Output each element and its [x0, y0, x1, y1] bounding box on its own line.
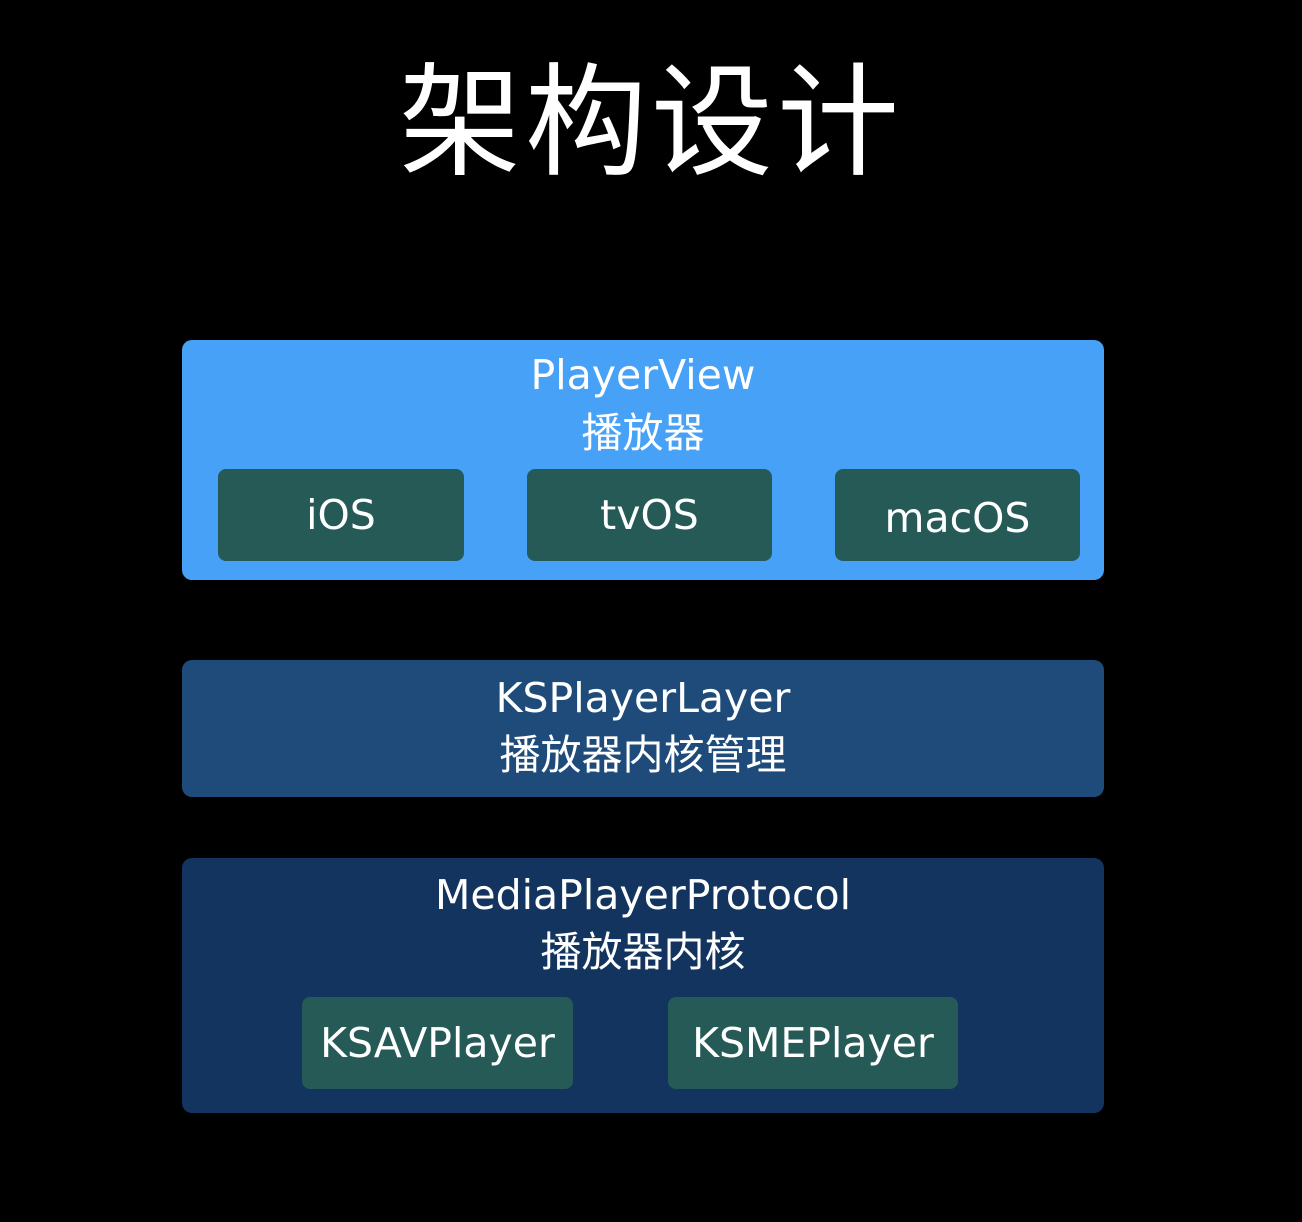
player-layer-desc: 播放器内核管理: [499, 731, 787, 779]
player-layer-layer: KSPlayerLayer 播放器内核管理: [182, 660, 1104, 797]
platform-chip-tvos: tvOS: [527, 469, 772, 561]
implementation-chip-ksmeplayer: KSMEPlayer: [668, 997, 958, 1089]
protocol-layer: MediaPlayerProtocol 播放器内核 KSAVPlayer KSM…: [182, 858, 1104, 1113]
platform-chip-macos: macOS: [835, 469, 1080, 561]
protocol-name: MediaPlayerProtocol: [435, 871, 851, 919]
implementation-chip-ksavplayer: KSAVPlayer: [302, 997, 573, 1089]
player-layer-name: KSPlayerLayer: [495, 674, 791, 722]
player-view-name: PlayerView: [530, 351, 756, 399]
player-view-desc: 播放器: [581, 409, 705, 457]
player-view-layer: PlayerView 播放器 iOS tvOS macOS: [182, 340, 1104, 580]
protocol-desc: 播放器内核: [540, 928, 746, 976]
platform-chip-ios: iOS: [218, 469, 464, 561]
page-title: 架构设计: [399, 52, 903, 194]
